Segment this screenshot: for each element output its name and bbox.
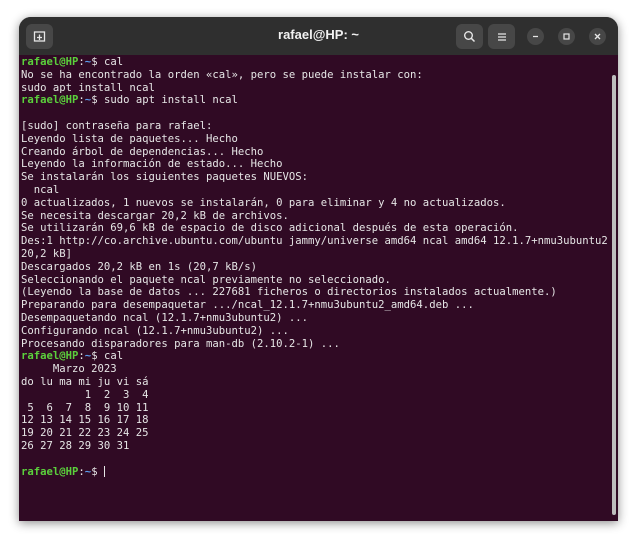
output-line: No se ha encontrado la orden «cal», pero… bbox=[21, 68, 423, 81]
prompt-user: rafael@HP bbox=[21, 94, 79, 107]
output-line: Se necesita descargar 20,2 kB de archivo… bbox=[21, 209, 289, 222]
minimize-icon bbox=[533, 35, 538, 38]
maximize-icon bbox=[563, 33, 570, 40]
output-line: 1 2 3 4 bbox=[21, 388, 149, 401]
search-button[interactable] bbox=[456, 24, 483, 49]
prompt-user: rafael@HP bbox=[21, 350, 79, 363]
output-line: Desempaquetando ncal (12.1.7+nmu3ubuntu2… bbox=[21, 311, 309, 324]
output-line: Descargados 20,2 kB en 1s (20,7 kB/s) bbox=[21, 260, 257, 273]
output-line: do lu ma mi ju vi sá bbox=[21, 375, 149, 388]
text-cursor bbox=[103, 465, 105, 477]
prompt-user: rafael@HP bbox=[21, 465, 79, 478]
terminal-window: rafael@HP: ~ rafael@HP:~$ cal No se ha e… bbox=[19, 17, 618, 521]
command-text: sudo apt install ncal bbox=[97, 94, 238, 107]
output-line: ncal bbox=[21, 183, 60, 196]
terminal-output[interactable]: rafael@HP:~$ cal No se ha encontrado la o… bbox=[19, 55, 610, 521]
search-icon bbox=[464, 31, 476, 43]
output-line: sudo apt install ncal bbox=[21, 81, 155, 94]
output-line: Se utilizarán 69,6 kB de espacio de disc… bbox=[21, 222, 519, 235]
hamburger-menu-icon bbox=[497, 32, 506, 41]
output-line: Leyendo lista de paquetes... Hecho bbox=[21, 132, 238, 145]
output-line: 26 27 28 29 30 31 bbox=[21, 439, 130, 452]
maximize-button[interactable] bbox=[558, 28, 575, 45]
close-icon bbox=[594, 33, 601, 40]
scrollbar[interactable] bbox=[610, 55, 618, 521]
output-line: Configurando ncal (12.1.7+nmu3ubuntu2) .… bbox=[21, 324, 289, 337]
prompt-line: rafael@HP:~$ sudo apt install ncal bbox=[21, 94, 610, 107]
output-line: 20,2 kB] bbox=[21, 247, 73, 260]
output-line: (Leyendo la base de datos ... 227681 fic… bbox=[21, 286, 557, 299]
output-line: Procesando disparadores para man-db (2.1… bbox=[21, 337, 340, 350]
command-text: cal bbox=[97, 56, 124, 68]
output-line: Creando árbol de dependencias... Hecho bbox=[21, 145, 264, 158]
output-line: Marzo 2023 bbox=[21, 363, 117, 376]
prompt-line: rafael@HP:~$ bbox=[21, 465, 610, 479]
menu-button[interactable] bbox=[488, 24, 515, 49]
output-line: Des:1 http://co.archive.ubuntu.com/ubunt… bbox=[21, 235, 610, 248]
output-line: Preparando para desempaquetar .../ncal_1… bbox=[21, 299, 474, 312]
output-line: [sudo] contraseña para rafael: bbox=[21, 119, 213, 132]
minimize-button[interactable] bbox=[527, 28, 544, 45]
prompt-user: rafael@HP bbox=[21, 56, 79, 68]
output-line: Se instalarán los siguientes paquetes NU… bbox=[21, 171, 309, 184]
output-line: 0 actualizados, 1 nuevos se instalarán, … bbox=[21, 196, 506, 209]
titlebar: rafael@HP: ~ bbox=[19, 17, 618, 56]
command-text: cal bbox=[97, 350, 124, 363]
prompt-line: rafael@HP:~$ cal bbox=[21, 56, 610, 69]
close-button[interactable] bbox=[589, 28, 606, 45]
output-line: 12 13 14 15 16 17 18 bbox=[21, 414, 149, 427]
scrollbar-thumb[interactable] bbox=[612, 75, 616, 515]
output-line: Leyendo la información de estado... Hech… bbox=[21, 158, 283, 171]
output-line: 19 20 21 22 23 24 25 bbox=[21, 427, 149, 440]
output-line: Seleccionando el paquete ncal previament… bbox=[21, 273, 391, 286]
prompt-line: rafael@HP:~$ cal bbox=[21, 350, 610, 363]
output-line: 5 6 7 8 9 10 11 bbox=[21, 401, 149, 414]
